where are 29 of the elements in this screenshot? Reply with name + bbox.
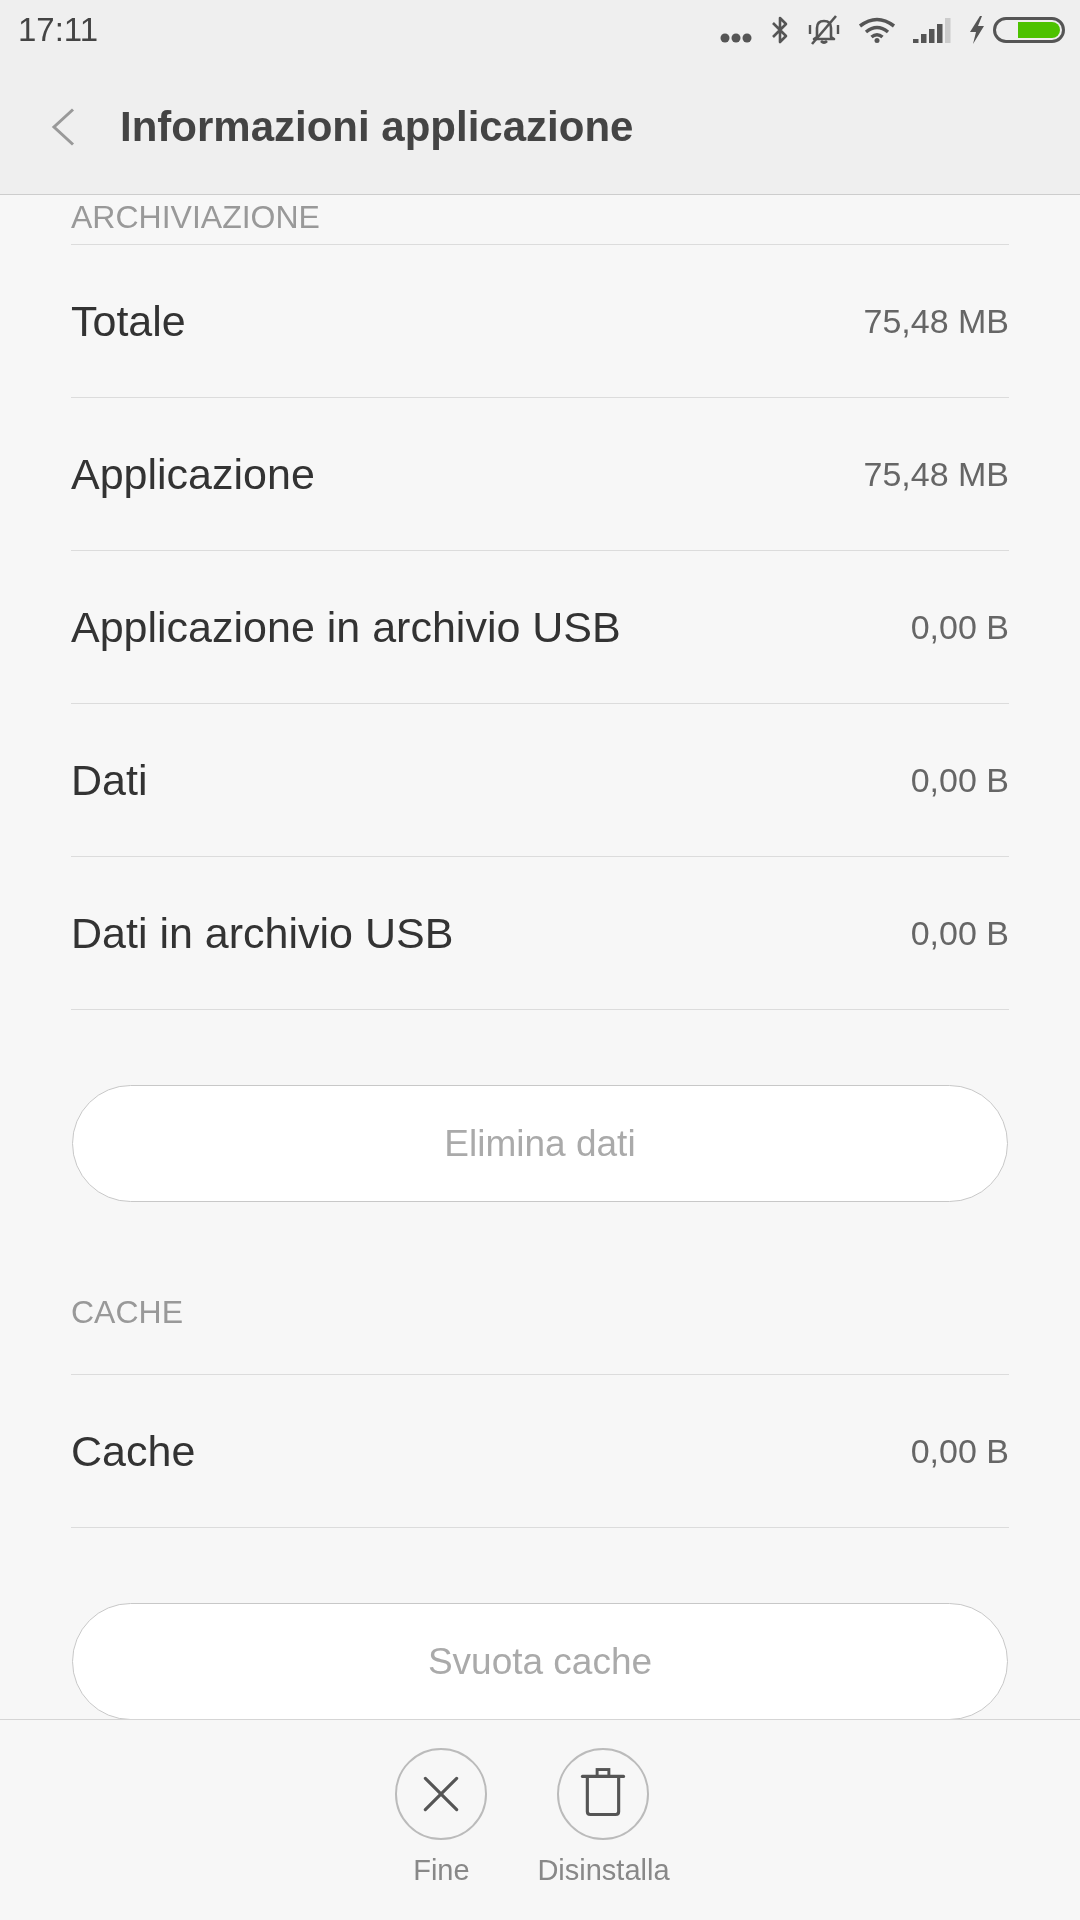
muted-bell-icon (807, 15, 841, 45)
row-value: 75,48 MB (863, 454, 1009, 494)
section-header: ARCHIVIAZIONE (71, 199, 320, 235)
row-label: Dati in archivio USB (71, 908, 454, 958)
trash-icon (556, 1748, 651, 1840)
screen-title: Informazioni applicazione (120, 103, 634, 151)
more-dots-icon (720, 33, 752, 43)
row-label: Applicazione (71, 449, 315, 499)
section-header: CACHE (71, 1294, 183, 1330)
battery-icon (993, 17, 1065, 43)
wifi-icon (858, 17, 896, 43)
row-label: Dati (71, 755, 148, 805)
done-button[interactable]: Fine (394, 1748, 489, 1887)
row-value: 0,00 B (910, 913, 1009, 953)
charging-bolt-icon (968, 16, 986, 44)
close-icon (394, 1748, 489, 1840)
row-label: Applicazione in archivio USB (71, 602, 621, 652)
bluetooth-icon (770, 15, 790, 45)
signal-icon (913, 17, 951, 43)
uninstall-button[interactable]: Disinstalla (537, 1748, 670, 1887)
row-label: Cache (71, 1426, 196, 1476)
row-value: 75,48 MB (863, 301, 1009, 341)
back-chevron-icon (51, 108, 75, 146)
back-button[interactable] (51, 108, 75, 146)
row-value: 0,00 B (910, 760, 1009, 800)
row-label: Totale (71, 296, 186, 346)
status-time: 17:11 (18, 11, 99, 49)
row-value: 0,00 B (910, 607, 1009, 647)
row-value: 0,00 B (910, 1431, 1009, 1471)
